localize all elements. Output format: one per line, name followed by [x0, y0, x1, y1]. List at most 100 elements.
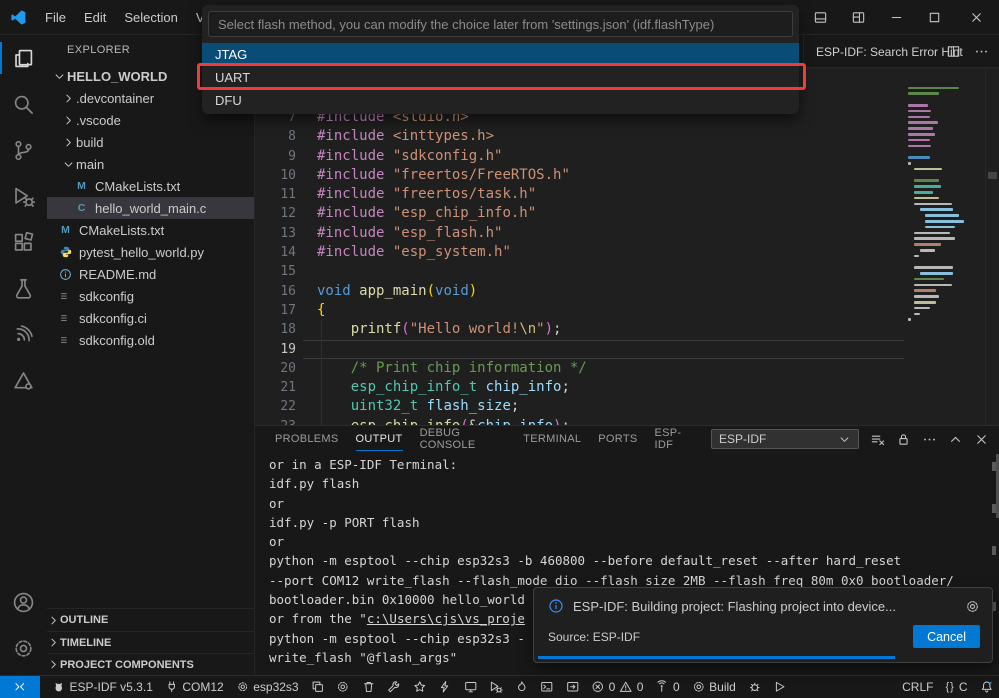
code-text: #include "esp_chip_info.h" — [317, 204, 536, 223]
panel-tab-ports[interactable]: PORTS — [598, 426, 637, 452]
sidebar-item-readme-md[interactable]: README.md — [47, 263, 254, 285]
code-line: 16void app_main(void) — [255, 282, 999, 301]
panel-tab-debug-console[interactable]: DEBUG CONSOLE — [420, 426, 507, 452]
error-icon — [591, 680, 605, 694]
output-line: idf.py -p PORT flash — [269, 513, 999, 532]
statusbar-flash-method-button[interactable] — [407, 676, 433, 698]
statusbar-terminal-button[interactable] — [534, 676, 560, 698]
sidebar-item-sdkconfig[interactable]: sdkconfig — [47, 285, 254, 307]
customize-layout-button[interactable] — [839, 0, 877, 35]
clear-output-icon[interactable] — [870, 432, 885, 447]
menu-selection[interactable]: Selection — [115, 7, 186, 28]
statusbar-custom-task-button[interactable] — [381, 676, 407, 698]
line-number: 17 — [255, 301, 317, 320]
statusbar-debug-button[interactable] — [483, 676, 509, 698]
statusbar-flash-button[interactable] — [432, 676, 458, 698]
line-number: 23 — [255, 417, 317, 425]
section-timeline[interactable]: TIMELINE — [47, 631, 254, 653]
output-channel-select[interactable]: ESP-IDF — [711, 429, 859, 449]
quick-pick-input[interactable] — [208, 11, 793, 37]
cancel-button[interactable]: Cancel — [913, 625, 980, 648]
config-file-icon — [57, 312, 74, 325]
sidebar-item-cmakelists-txt[interactable]: MCMakeLists.txt — [47, 175, 254, 197]
statusbar-ports-status[interactable]: 0 — [649, 676, 685, 698]
panel-tab-esp-idf[interactable]: ESP-IDF — [655, 426, 695, 452]
section-project-components[interactable]: PROJECT COMPONENTS — [47, 653, 254, 675]
statusbar-open-command-button[interactable] — [560, 676, 586, 698]
statusbar-full-clean-button[interactable] — [356, 676, 382, 698]
statusbar-debug-status[interactable] — [742, 676, 768, 698]
warn-icon — [619, 680, 633, 694]
sidebar-item-sdkconfig-old[interactable]: sdkconfig.old — [47, 329, 254, 351]
section-outline[interactable]: OUTLINE — [47, 609, 254, 631]
statusbar-project-folder-button[interactable] — [305, 676, 331, 698]
chevron-right-icon — [60, 92, 76, 105]
panel-more-actions-icon[interactable] — [922, 432, 937, 447]
close-panel-icon[interactable] — [974, 432, 989, 447]
notification-toast: ESP-IDF: Building project: Flashing proj… — [533, 587, 993, 663]
sidebar-item-build[interactable]: build — [47, 131, 254, 153]
sidebar-item-sdkconfig-ci[interactable]: sdkconfig.ci — [47, 307, 254, 329]
activity-testing[interactable] — [0, 265, 47, 311]
statusbar-sdk-config-button[interactable] — [330, 676, 356, 698]
c-file-icon: C — [73, 202, 90, 214]
statusbar-problems[interactable]: 00 — [585, 676, 649, 698]
editor-scrollbar-track — [985, 68, 986, 425]
menu-edit[interactable]: Edit — [75, 7, 115, 28]
code-text: #include "freertos/FreeRTOS.h" — [317, 166, 570, 185]
activity-espressif-explorer[interactable] — [0, 311, 47, 357]
sidebar-item-main[interactable]: main — [47, 153, 254, 175]
sidebar-item-cmakelists-txt[interactable]: MCMakeLists.txt — [47, 219, 254, 241]
code-editor[interactable]: 7#include <stdio.h>8#include <inttypes.h… — [255, 68, 999, 425]
maximize-panel-icon[interactable] — [948, 432, 963, 447]
activity-source-control[interactable] — [0, 127, 47, 173]
notification-settings-icon[interactable] — [965, 599, 980, 614]
panel-tab-terminal[interactable]: TERMINAL — [523, 426, 581, 452]
file-label: hello_world_main.c — [95, 201, 206, 216]
activity-esp-idf[interactable] — [0, 357, 47, 403]
minimize-button[interactable] — [877, 0, 915, 35]
statusbar-device-target[interactable]: esp32s3 — [230, 676, 305, 698]
activity-explorer[interactable] — [0, 35, 47, 81]
code-text: #include <inttypes.h> — [317, 127, 494, 146]
activity-run-and-debug[interactable] — [0, 173, 47, 219]
statusbar-build-task[interactable]: Build — [686, 676, 742, 698]
statusbar-espidf-version[interactable]: ESP-IDF v5.3.1 — [46, 676, 159, 698]
trash-icon — [362, 680, 376, 694]
cmake-file-icon: M — [73, 180, 90, 192]
output-file-link[interactable]: c:\Users\cjs\vs_proje — [367, 611, 525, 626]
activity-manage-settings[interactable] — [0, 625, 47, 671]
activity-accounts[interactable] — [0, 579, 47, 625]
quick-pick-option-dfu[interactable]: DFU — [202, 89, 799, 112]
split-editor-icon[interactable] — [946, 44, 961, 59]
output-line: or — [269, 532, 999, 551]
close-button[interactable] — [953, 0, 999, 35]
info-icon — [548, 598, 564, 614]
statusbar-run-button[interactable] — [767, 676, 793, 698]
statusbar-serial-port[interactable]: COM12 — [159, 676, 230, 698]
panel-tab-problems[interactable]: PROBLEMS — [275, 426, 339, 452]
statusbar-language-mode[interactable]: {}C — [939, 676, 973, 698]
quick-pick: JTAGUARTDFU — [202, 5, 799, 114]
lock-scroll-icon[interactable] — [896, 432, 911, 447]
statusbar-notifications-bell[interactable] — [974, 676, 999, 698]
menu-file[interactable]: File — [36, 7, 75, 28]
line-number: 15 — [255, 262, 317, 281]
copy-icon — [311, 680, 325, 694]
maximize-button[interactable] — [915, 0, 953, 35]
panel-tab-output[interactable]: OUTPUT — [356, 426, 403, 452]
debug-icon — [489, 680, 503, 694]
statusbar-build-flash-monitor-button[interactable] — [509, 676, 535, 698]
sidebar-item-hello-world-main-c[interactable]: Chello_world_main.c — [47, 197, 254, 219]
statusbar-monitor-button[interactable] — [458, 676, 484, 698]
editor-more-actions-icon[interactable] — [974, 44, 989, 59]
line-number: 8 — [255, 127, 317, 146]
activity-search[interactable] — [0, 81, 47, 127]
sidebar-item-pytest-hello-world-py[interactable]: pytest_hello_world.py — [47, 241, 254, 263]
toggle-panel-button[interactable] — [801, 0, 839, 35]
statusbar-remote-indicator[interactable] — [0, 676, 40, 698]
minimap[interactable] — [908, 85, 986, 323]
activity-extensions[interactable] — [0, 219, 47, 265]
editor-scrollbar-thumb[interactable] — [988, 172, 997, 179]
statusbar-eol-indicator[interactable]: CRLF — [896, 676, 939, 698]
